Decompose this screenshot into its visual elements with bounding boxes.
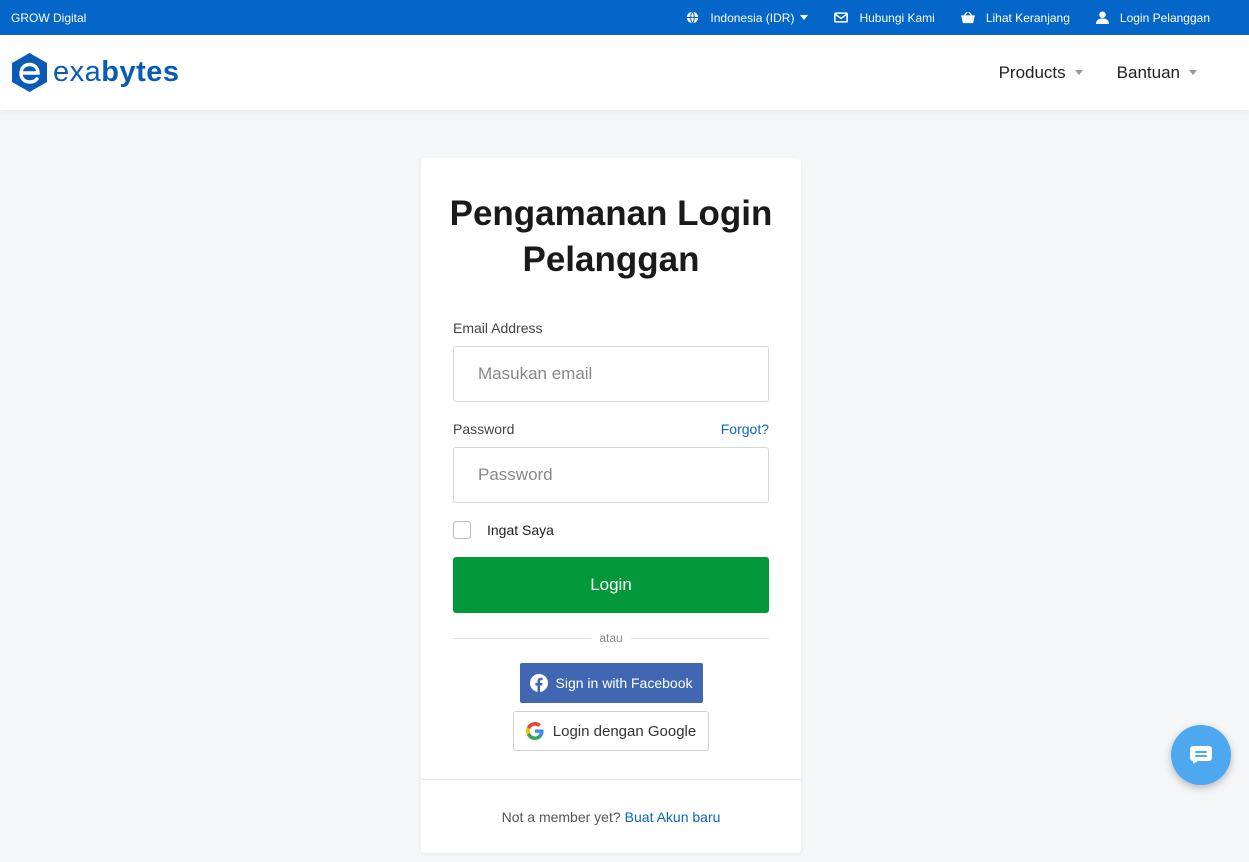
- card-footer: Not a member yet? Buat Akun baru: [421, 779, 801, 853]
- chat-bubble-icon: [1190, 746, 1212, 764]
- top-bar-links: Indonesia (IDR) Hubungi Kami Lihat Keran…: [660, 11, 1238, 25]
- main-navbar: exabytes Products Bantuan: [0, 35, 1249, 110]
- password-label: Password: [453, 421, 515, 437]
- chat-widget-button[interactable]: [1171, 725, 1231, 785]
- divider-label: atau: [599, 631, 623, 645]
- facebook-icon: [529, 674, 548, 692]
- customer-login-label: Login Pelanggan: [1119, 10, 1210, 25]
- currency-label: Indonesia (IDR): [710, 10, 795, 25]
- forgot-password-link[interactable]: Forgot?: [721, 421, 769, 437]
- email-field[interactable]: [453, 346, 769, 402]
- nav-menu: Products Bantuan: [965, 63, 1197, 83]
- password-label-row: Password Forgot?: [453, 420, 769, 438]
- remember-me-label: Ingat Saya: [487, 522, 554, 538]
- chevron-down-icon: [1189, 70, 1197, 75]
- customer-login-link[interactable]: Login Pelanggan: [1095, 10, 1210, 25]
- logo-suffix: bytes: [101, 56, 180, 88]
- email-label-row: Email Address: [453, 319, 769, 337]
- register-link[interactable]: Buat Akun baru: [625, 809, 721, 825]
- currency-selector[interactable]: Indonesia (IDR): [686, 10, 809, 25]
- login-form: Email Address Password Forgot? Ingat Say…: [421, 319, 801, 751]
- facebook-button-label: Sign in with Facebook: [555, 675, 693, 691]
- remember-me-checkbox[interactable]: [453, 521, 471, 539]
- divider-line: [630, 637, 770, 639]
- cart-link[interactable]: Lihat Keranjang: [960, 10, 1070, 25]
- logo-hexagon-icon: [12, 53, 47, 92]
- nav-bantuan[interactable]: Bantuan: [1117, 63, 1197, 83]
- logo-prefix: exa: [53, 56, 102, 88]
- email-label: Email Address: [453, 320, 543, 336]
- envelope-icon: [834, 12, 849, 23]
- contact-label: Hubungi Kami: [859, 10, 935, 25]
- exabytes-logo[interactable]: exabytes: [12, 53, 180, 92]
- divider-line: [453, 637, 592, 639]
- google-button-label: Login dengan Google: [552, 722, 697, 740]
- contact-link[interactable]: Hubungi Kami: [834, 10, 935, 25]
- chevron-down-icon: [800, 15, 809, 20]
- logo-wordmark: exabytes: [53, 56, 180, 89]
- user-icon: [1095, 11, 1109, 24]
- google-icon: [525, 722, 544, 740]
- grow-digital-link[interactable]: GROW Digital: [11, 11, 86, 25]
- basket-icon: [960, 11, 975, 23]
- google-login-button[interactable]: Login dengan Google: [513, 711, 709, 751]
- nav-products-label: Products: [998, 62, 1066, 82]
- globe-icon: [687, 11, 699, 24]
- page-title: Pengamanan Login Pelanggan: [449, 194, 773, 279]
- or-divider: atau: [453, 631, 770, 645]
- facebook-signin-button[interactable]: Sign in with Facebook: [519, 663, 703, 703]
- footer-text: Not a member yet?: [501, 808, 621, 825]
- login-button[interactable]: Login: [453, 557, 769, 613]
- nav-bantuan-label: Bantuan: [1116, 62, 1180, 82]
- remember-me-row: Ingat Saya: [453, 521, 769, 539]
- top-bar: GROW Digital Indonesia (IDR) Hubungi Kam…: [0, 0, 1249, 35]
- login-card: Pengamanan Login Pelanggan Email Address…: [421, 158, 801, 853]
- nav-products[interactable]: Products: [999, 63, 1083, 83]
- chevron-down-icon: [1074, 70, 1083, 75]
- cart-label: Lihat Keranjang: [985, 10, 1070, 25]
- password-field[interactable]: [453, 447, 769, 503]
